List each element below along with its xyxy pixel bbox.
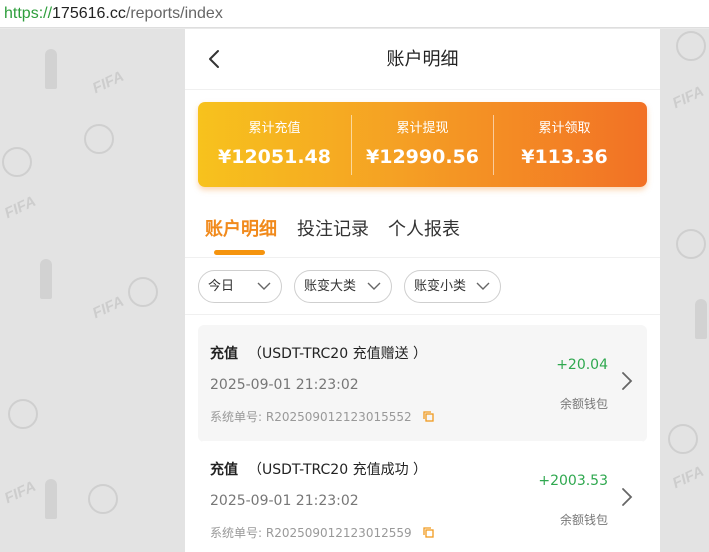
record-datetime: 2025-09-01 21:23:02 [210,377,359,393]
tab-bar: 账户明细 投注记录 个人报表 [185,201,660,258]
order-label: 系统单号: [210,410,266,424]
address-bar[interactable]: https://175616.cc/reports/index [0,0,709,28]
summary-total-withdraw: 累计提现 ¥12990.56 [348,102,497,187]
filter-label: 今日 [208,279,235,294]
filter-label: 账变大类 [304,279,357,294]
summary-value: ¥12051.48 [218,146,331,168]
record-detail: （USDT-TRC20 充值赠送 ） [248,346,428,362]
tab-bet-records[interactable]: 投注记录 [297,215,369,241]
filter-bar: 今日 账变大类 账变小类 [185,258,660,315]
record-amount: +20.04 [556,357,608,373]
summary-total-claimed: 累计领取 ¥113.36 [490,102,639,187]
record-wallet: 余额钱包 [559,397,608,411]
watermark-text: FIFA [89,67,127,98]
watermark-text: FIFA [1,477,39,508]
tab-personal-report[interactable]: 个人报表 [388,215,460,241]
watermark-text: FIFA [669,462,707,493]
trophy-icon [45,49,57,89]
filter-label: 账变小类 [414,279,467,294]
record-amount: +2003.53 [538,473,608,489]
record-title: 充值 （USDT-TRC20 充值成功 ） [210,459,427,479]
summary-total-deposit: 累计充值 ¥12051.48 [200,102,349,187]
chevron-down-icon [257,282,271,290]
tab-account-detail[interactable]: 账户明细 [205,215,277,241]
record-item[interactable]: 充值 （USDT-TRC20 充值赠送 ） 2025-09-01 21:23:02… [198,325,647,442]
summary-value: ¥12990.56 [366,146,479,168]
record-title: 充值 （USDT-TRC20 充值赠送 ） [210,343,427,363]
page-title: 账户明细 [386,49,459,70]
watermark-text: FIFA [1,192,39,223]
filter-date[interactable]: 今日 [198,270,282,303]
chevron-right-icon [622,372,633,390]
filter-change-category[interactable]: 账变大类 [294,270,392,303]
order-label: 系统单号: [210,526,266,540]
active-tab-indicator [214,250,265,255]
url-scheme: https:// [4,5,53,22]
soccer-ball-icon [88,484,118,514]
record-wallet: 余额钱包 [559,513,608,527]
soccer-ball-icon [8,399,38,429]
record-type: 充值 [210,462,238,478]
account-detail-page: 账户明细 累计充值 ¥12051.48 累计提现 ¥12990.56 累计领取 … [185,29,660,552]
order-number: R202509012123015552 [265,410,412,424]
filter-change-subcategory[interactable]: 账变小类 [404,270,501,303]
soccer-ball-icon [2,147,32,177]
summary-label: 累计领取 [538,121,591,136]
copy-icon[interactable] [423,411,435,422]
order-number: R202509012123012559 [265,526,412,540]
record-order: 系统单号: R202509012123012559 [210,524,435,541]
copy-icon[interactable] [423,527,435,538]
record-item[interactable]: 充值 （USDT-TRC20 充值成功 ） 2025-09-01 21:23:02… [198,441,647,552]
soccer-ball-icon [668,424,698,454]
chevron-right-icon [622,488,633,506]
record-order: 系统单号: R202509012123015552 [210,408,435,425]
trophy-icon [45,479,57,519]
page-header: 账户明细 [185,29,660,90]
soccer-ball-icon [676,31,706,61]
summary-label: 累计提现 [396,121,449,136]
url-path: /reports/index [125,5,223,22]
url-host: 175616.cc [52,5,126,22]
soccer-ball-icon [676,229,706,259]
watermark-text: FIFA [89,292,127,323]
trophy-icon [695,299,707,339]
soccer-ball-icon [84,124,114,154]
watermark-text: FIFA [669,82,707,113]
summary-card: 累计充值 ¥12051.48 累计提现 ¥12990.56 累计领取 ¥113.… [198,102,647,187]
summary-label: 累计充值 [248,121,301,136]
soccer-ball-icon [128,277,158,307]
chevron-left-icon[interactable] [203,47,227,71]
record-datetime: 2025-09-01 21:23:02 [210,493,359,509]
chevron-down-icon [367,282,381,290]
record-type: 充值 [210,346,238,362]
summary-value: ¥113.36 [521,146,608,168]
chevron-down-icon [476,282,490,290]
record-detail: （USDT-TRC20 充值成功 ） [248,462,428,478]
trophy-icon [40,259,52,299]
